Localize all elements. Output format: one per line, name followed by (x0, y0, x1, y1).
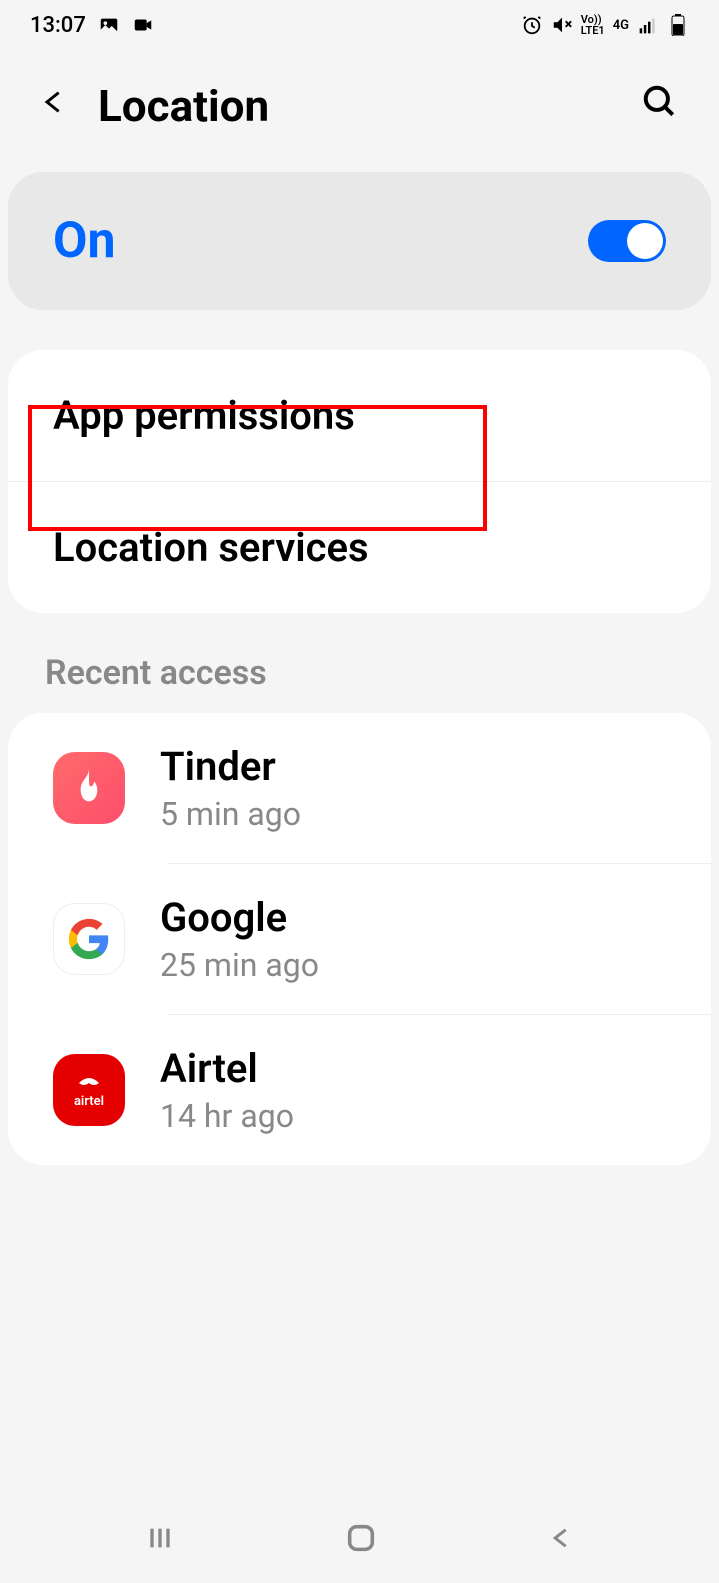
status-left: 13:07 (30, 13, 154, 38)
recent-access-card: Tinder 5 min ago Google 25 min ago airte… (8, 713, 711, 1165)
navigation-bar (0, 1493, 719, 1583)
signal-icon (637, 14, 659, 36)
video-icon (132, 14, 154, 36)
home-nav-button[interactable] (344, 1521, 378, 1555)
location-toggle-switch[interactable] (588, 220, 666, 262)
app-time-label: 5 min ago (160, 795, 301, 833)
alarm-icon (521, 14, 543, 36)
recent-text: Google 25 min ago (160, 894, 319, 984)
location-toggle-card: On (8, 172, 711, 310)
svg-text:airtel: airtel (74, 1094, 104, 1109)
page-header: Location (0, 50, 719, 172)
recent-item-google[interactable]: Google 25 min ago (8, 864, 711, 1014)
app-name-label: Tinder (160, 743, 301, 790)
settings-card: App permissions Location services (8, 350, 711, 613)
app-permissions-item[interactable]: App permissions (8, 350, 711, 482)
recents-nav-button[interactable] (144, 1522, 176, 1554)
back-button[interactable] (40, 82, 68, 131)
app-name-label: Google (160, 894, 319, 941)
recent-item-airtel[interactable]: airtel Airtel 14 hr ago (8, 1015, 711, 1165)
location-services-item[interactable]: Location services (8, 482, 711, 613)
mute-icon (551, 14, 573, 36)
app-time-label: 25 min ago (160, 946, 319, 984)
tinder-app-icon (53, 752, 125, 824)
toggle-status-label: On (53, 212, 116, 270)
volte-indicator: Vo))LTE1 (581, 14, 605, 36)
recent-text: Airtel 14 hr ago (160, 1045, 294, 1135)
network-indicator: 4G (613, 18, 629, 33)
page-title: Location (98, 80, 611, 132)
app-time-label: 14 hr ago (160, 1097, 294, 1135)
search-button[interactable] (641, 83, 679, 130)
google-app-icon (53, 903, 125, 975)
airtel-app-icon: airtel (53, 1054, 125, 1126)
status-time: 13:07 (30, 13, 86, 38)
recent-access-header: Recent access (0, 613, 719, 713)
recent-text: Tinder 5 min ago (160, 743, 301, 833)
photo-icon (98, 14, 120, 36)
battery-icon (667, 14, 689, 36)
app-name-label: Airtel (160, 1045, 294, 1092)
toggle-knob (627, 223, 663, 259)
recent-item-tinder[interactable]: Tinder 5 min ago (8, 713, 711, 863)
status-bar: 13:07 Vo))LTE1 4G (0, 0, 719, 50)
back-nav-button[interactable] (547, 1522, 575, 1554)
status-right: Vo))LTE1 4G (521, 14, 689, 36)
